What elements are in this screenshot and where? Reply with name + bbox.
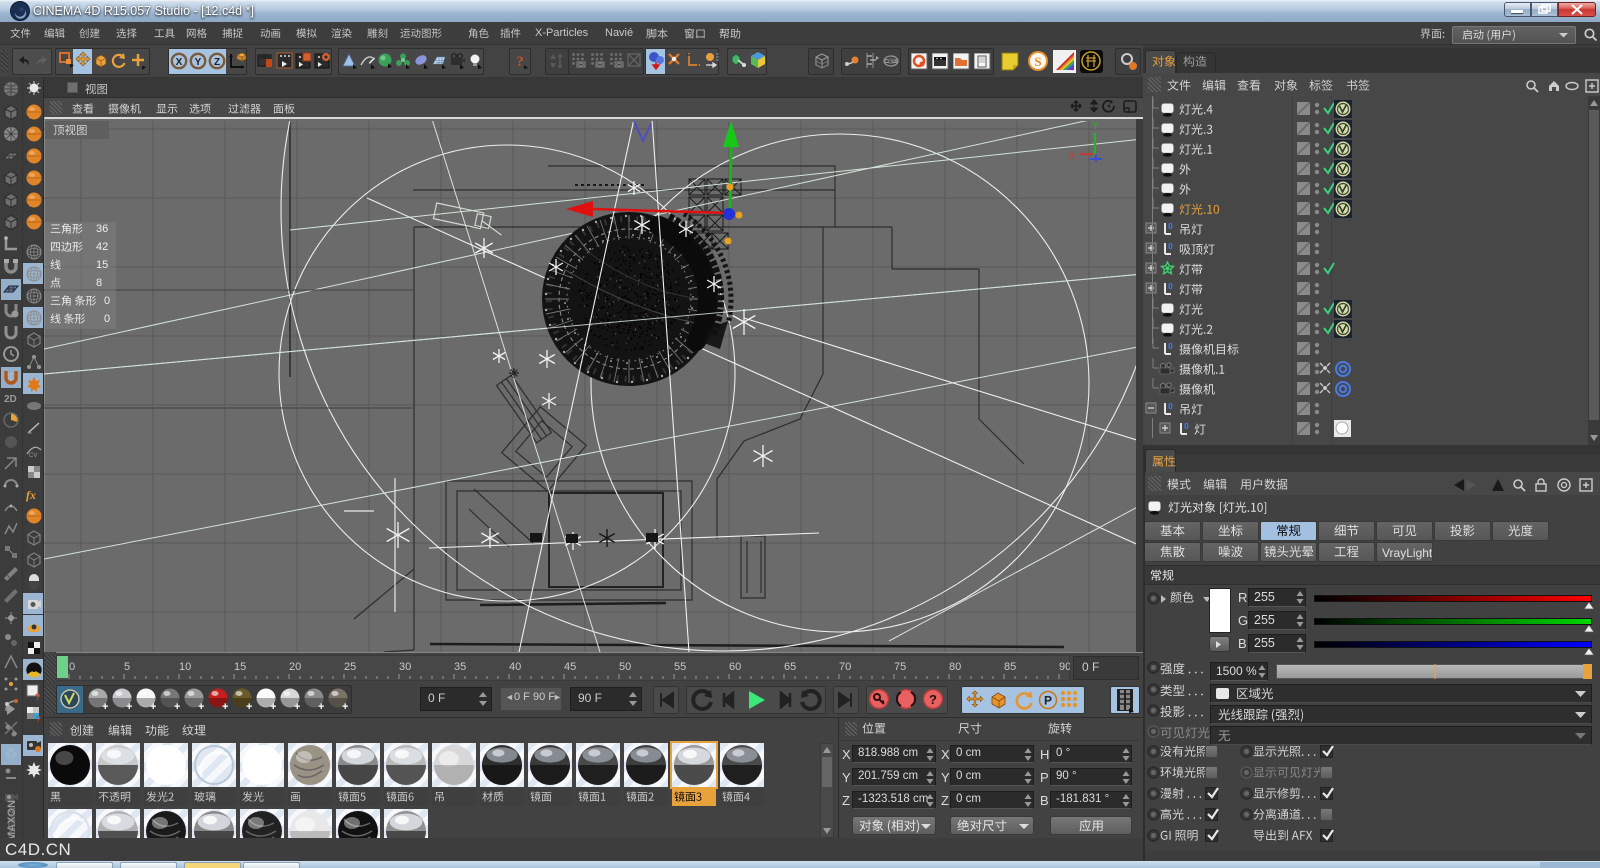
svg-text:40: 40 xyxy=(509,661,521,673)
svg-text:?: ? xyxy=(36,715,41,724)
svg-text:50: 50 xyxy=(619,661,631,673)
svg-text:+: + xyxy=(126,701,132,711)
svg-text:25: 25 xyxy=(344,661,356,673)
svg-text:Y: Y xyxy=(195,57,202,68)
svg-text:45: 45 xyxy=(564,661,576,673)
svg-text:X: X xyxy=(176,57,183,68)
svg-text:CV: CV xyxy=(29,453,37,459)
svg-text:0: 0 xyxy=(69,661,75,673)
svg-text:?: ? xyxy=(929,692,937,707)
svg-text:Y: Y xyxy=(1092,121,1100,132)
svg-text:+: + xyxy=(294,701,300,711)
svg-text:0: 0 xyxy=(1168,281,1173,291)
svg-text:+: + xyxy=(342,701,348,711)
svg-text:30: 30 xyxy=(399,661,411,673)
svg-text:+: + xyxy=(150,701,156,711)
svg-text:0: 0 xyxy=(1168,401,1173,411)
svg-text:+: + xyxy=(102,701,108,711)
svg-text:+: + xyxy=(246,701,252,711)
svg-text:+: + xyxy=(174,701,180,711)
svg-text:0: 0 xyxy=(1168,221,1173,231)
svg-text:90: 90 xyxy=(1059,661,1070,673)
svg-text:2D: 2D xyxy=(4,394,17,405)
svg-text:80: 80 xyxy=(949,661,961,673)
svg-text:70: 70 xyxy=(839,661,851,673)
svg-text:75: 75 xyxy=(894,661,906,673)
svg-text:10: 10 xyxy=(179,661,191,673)
svg-text:+: + xyxy=(270,701,276,711)
svg-text:?: ? xyxy=(516,54,524,70)
svg-text:+: + xyxy=(318,701,324,711)
svg-text:20: 20 xyxy=(289,661,301,673)
svg-text:55: 55 xyxy=(674,661,686,673)
svg-text:15: 15 xyxy=(234,661,246,673)
svg-text:X: X xyxy=(1068,150,1076,162)
svg-text:0: 0 xyxy=(1184,421,1189,431)
svg-text:?: ? xyxy=(35,692,41,702)
svg-text:0: 0 xyxy=(1168,341,1173,351)
svg-text:Z: Z xyxy=(214,57,220,68)
svg-text:Cr:wd: Cr:wd xyxy=(884,59,897,65)
svg-text:0: 0 xyxy=(1168,241,1173,251)
svg-text:65: 65 xyxy=(784,661,796,673)
svg-text:S: S xyxy=(1034,54,1041,69)
svg-text:+: + xyxy=(222,701,228,711)
svg-text:60: 60 xyxy=(729,661,741,673)
svg-text:5: 5 xyxy=(124,661,130,673)
svg-text:P: P xyxy=(1044,694,1052,708)
svg-text:+: + xyxy=(198,701,204,711)
svg-text:85: 85 xyxy=(1004,661,1016,673)
svg-text:fx: fx xyxy=(26,488,36,502)
svg-text:35: 35 xyxy=(454,661,466,673)
